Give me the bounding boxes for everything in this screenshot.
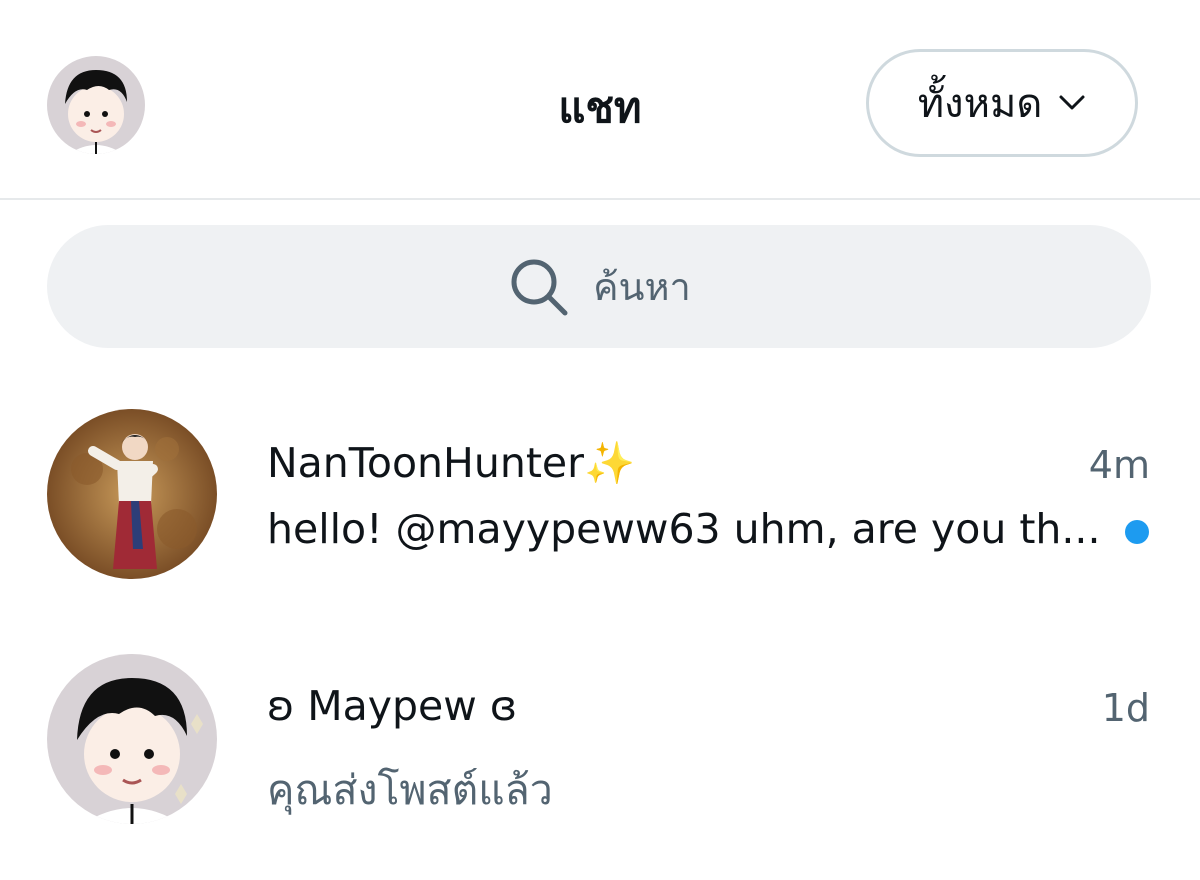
conversation-timestamp: 1d — [1101, 686, 1150, 730]
unread-indicator — [1125, 520, 1149, 544]
filter-dropdown-button[interactable]: ทั้งหมด — [866, 49, 1138, 157]
search-input[interactable]: ค้นหา — [47, 225, 1151, 348]
top-bar: แชท ทั้งหมด — [0, 0, 1200, 200]
avatar — [47, 409, 217, 579]
conversation-preview: คุณส่งโพสต์แล้ว — [267, 766, 553, 814]
conversation-name: NanToonHunter✨ — [267, 439, 636, 487]
avatar-illustration — [47, 654, 217, 824]
conversation-timestamp: 4m — [1088, 443, 1150, 487]
profile-avatar[interactable] — [47, 56, 145, 154]
conversation-name: ʚ Maypew ɞ — [267, 682, 518, 730]
avatar-illustration — [47, 56, 145, 154]
chevron-down-icon — [1059, 95, 1085, 110]
conversation-preview: hello! @mayypeww63 uhm, are you th... — [267, 505, 1101, 553]
conversation-item[interactable]: NanToonHunter✨ 4m hello! @mayypeww63 uhm… — [0, 395, 1200, 595]
search-icon — [511, 259, 568, 315]
search-placeholder: ค้นหา — [593, 265, 691, 309]
filter-label: ทั้งหมด — [917, 81, 1043, 127]
avatar-illustration — [47, 409, 217, 579]
conversation-item[interactable]: ʚ Maypew ɞ 1d คุณส่งโพสต์แล้ว — [0, 640, 1200, 840]
avatar — [47, 654, 217, 824]
